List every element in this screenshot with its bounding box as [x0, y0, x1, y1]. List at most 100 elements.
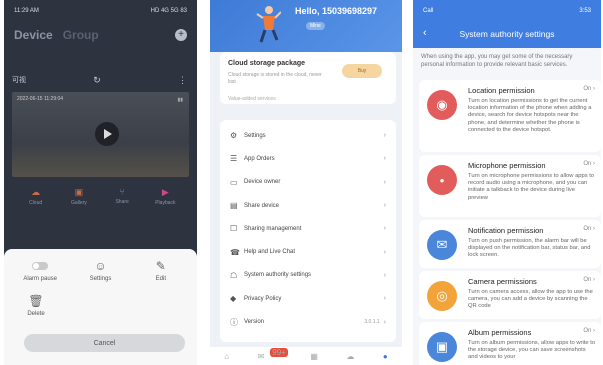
status-icons: HD 4G 5G 83: [150, 8, 187, 14]
permission-camera[interactable]: ◎ Camera permissions On › Turn on camera…: [419, 271, 601, 319]
permission-album[interactable]: ▣ Album permissions On › Turn on album p…: [419, 322, 601, 365]
permission-status[interactable]: On ›: [583, 161, 595, 167]
chevron-right-icon: ›: [383, 178, 386, 186]
tab-bar: Device Group +: [4, 22, 197, 48]
share-action[interactable]: ⑂ Share: [107, 187, 137, 206]
permission-notification[interactable]: ✉ Notification permission On › Turn on p…: [419, 220, 601, 268]
share-icon: ▤: [230, 201, 238, 211]
album-icon: ▣: [427, 332, 457, 362]
add-device-icon[interactable]: +: [175, 29, 187, 41]
user-badge[interactable]: Mine: [306, 22, 325, 30]
menu-item-share-device[interactable]: ▤ Share device ›: [220, 194, 396, 217]
info-icon: ⓘ: [230, 317, 238, 327]
nav-list-icon[interactable]: ▦: [310, 352, 318, 361]
chevron-right-icon: ›: [383, 202, 386, 210]
device-icon: ▭: [230, 177, 238, 187]
action-sheet: Alarm pause ☺ Settings ✎ Edit 🗑 Delete Canc…: [4, 249, 197, 365]
chevron-right-icon: ›: [383, 271, 386, 279]
cloud-description: Cloud storage is stored in the cloud, ne…: [228, 72, 322, 85]
status-bar: 11:29 AM HD 4G 5G 83: [4, 0, 197, 22]
alarm-pause-option[interactable]: Alarm pause: [20, 259, 60, 282]
username: Hello, 15039698297: [295, 6, 378, 16]
header-bar: Call 3:53 ‹ System authority settings: [413, 0, 601, 48]
playback-icon: ▶: [161, 187, 169, 197]
authority-settings-screen: Call 3:53 ‹ System authority settings Wh…: [413, 0, 601, 365]
nav-mine-icon[interactable]: ●: [383, 352, 388, 361]
mine-screen: Hello, 15039698297 Mine Cloud storage pa…: [210, 0, 402, 365]
nav-home-icon[interactable]: ⌂: [224, 352, 229, 361]
delete-option[interactable]: 🗑 Delete: [16, 294, 56, 317]
device-header: 可视 ↻ ⋮: [12, 70, 189, 90]
cloud-title: Cloud storage package: [228, 60, 306, 67]
share-icon: ⑂: [119, 187, 125, 197]
menu-item-settings[interactable]: ⚙ Settings ›: [220, 124, 396, 147]
refresh-icon[interactable]: ↻: [93, 75, 101, 86]
menu-item-authority[interactable]: ☖ System authority settings ›: [220, 264, 396, 287]
permission-status[interactable]: On ›: [583, 328, 595, 334]
trash-icon: 🗑: [28, 294, 44, 308]
menu-item-orders[interactable]: ☰ App Orders ›: [220, 147, 396, 170]
video-preview[interactable]: 2022-06-15 11:29:04 ▮▮: [12, 92, 189, 177]
permission-location[interactable]: ◉ Location permission On › Turn on locat…: [419, 80, 601, 152]
chevron-right-icon: ›: [383, 132, 386, 140]
tab-group[interactable]: Group: [63, 28, 99, 42]
status-left: Call: [423, 8, 434, 14]
permission-status[interactable]: On ›: [583, 226, 595, 232]
status-time: 3:53: [579, 8, 591, 14]
permission-status[interactable]: On ›: [583, 277, 595, 283]
toggle-icon[interactable]: [32, 262, 49, 270]
gallery-icon: ▣: [74, 187, 84, 197]
shield-icon: ◆: [230, 294, 237, 304]
cloud-icon: ☁: [31, 187, 41, 197]
chevron-right-icon: ›: [383, 295, 386, 303]
menu-item-help[interactable]: ☎ Help and Live Chat ›: [220, 240, 396, 263]
nav-message-icon[interactable]: ✉ 99+: [258, 347, 288, 361]
menu-item-version[interactable]: ⓘ Version 3.0.1.1 ›: [220, 310, 396, 333]
device-name: 可视: [12, 77, 26, 84]
playback-action[interactable]: ▶ Playback: [150, 187, 180, 206]
edit-option[interactable]: ✎ Edit: [141, 259, 181, 282]
smart-icon: ☐: [230, 224, 238, 234]
status-bar: Call 3:53: [413, 0, 601, 22]
permission-status[interactable]: On ›: [583, 86, 595, 92]
device-list-screen: 11:29 AM HD 4G 5G 83 Device Group + 可视 ↻…: [4, 0, 197, 365]
menu-item-device-owner[interactable]: ▭ Device owner ›: [220, 171, 396, 194]
chevron-right-icon: ›: [383, 155, 386, 163]
camera-icon: ◎: [427, 281, 457, 311]
play-icon[interactable]: [95, 122, 119, 146]
message-badge: 99+: [270, 347, 288, 357]
permission-microphone[interactable]: • Microphone permission On › Turn on mic…: [419, 155, 601, 217]
settings-menu: ⚙ Settings › ☰ App Orders › ▭ Device owner › ▤…: [220, 120, 396, 342]
page-title: System authority settings: [459, 29, 555, 39]
gear-icon: ⚙: [230, 131, 238, 141]
menu-item-sharing-management[interactable]: ☐ Sharing management ›: [220, 217, 396, 240]
gallery-action[interactable]: ▣ Gallery: [64, 187, 94, 206]
settings-icon: ☺: [94, 259, 107, 273]
chevron-right-icon: ›: [383, 318, 386, 326]
status-time: 11:29 AM: [14, 8, 39, 14]
signal-icon: ▮▮: [177, 97, 183, 103]
avatar-illustration: [256, 6, 281, 43]
menu-item-privacy[interactable]: ◆ Privacy Policy ›: [220, 287, 396, 310]
location-icon: ◉: [427, 90, 457, 120]
microphone-icon: •: [427, 165, 457, 195]
tab-device[interactable]: Device: [14, 28, 53, 42]
profile-header: Hello, 15039698297 Mine: [210, 0, 402, 52]
chevron-right-icon: ›: [383, 248, 386, 256]
notification-icon: ✉: [427, 230, 457, 260]
cancel-button[interactable]: Cancel: [24, 334, 185, 352]
section-note: Value-added services: [228, 96, 276, 102]
bottom-nav: ⌂ ✉ 99+ ▦ ☁ ●: [210, 347, 402, 365]
lock-icon: ☖: [230, 270, 238, 280]
help-icon: ☎: [230, 247, 240, 257]
order-icon: ☰: [230, 154, 238, 164]
video-timestamp: 2022-06-15 11:29:04: [17, 96, 64, 102]
settings-option[interactable]: ☺ Settings: [80, 259, 120, 282]
more-icon[interactable]: ⋮: [178, 75, 187, 86]
nav-cloud-icon[interactable]: ☁: [346, 352, 354, 361]
edit-icon: ✎: [155, 259, 166, 273]
device-actions: ☁ Cloud ▣ Gallery ⑂ Share ▶ Playback: [4, 179, 197, 206]
cloud-action[interactable]: ☁ Cloud: [21, 187, 51, 206]
cloud-buy-button[interactable]: Buy: [342, 64, 382, 78]
intro-text: When using the app, you may get some of …: [421, 54, 573, 68]
